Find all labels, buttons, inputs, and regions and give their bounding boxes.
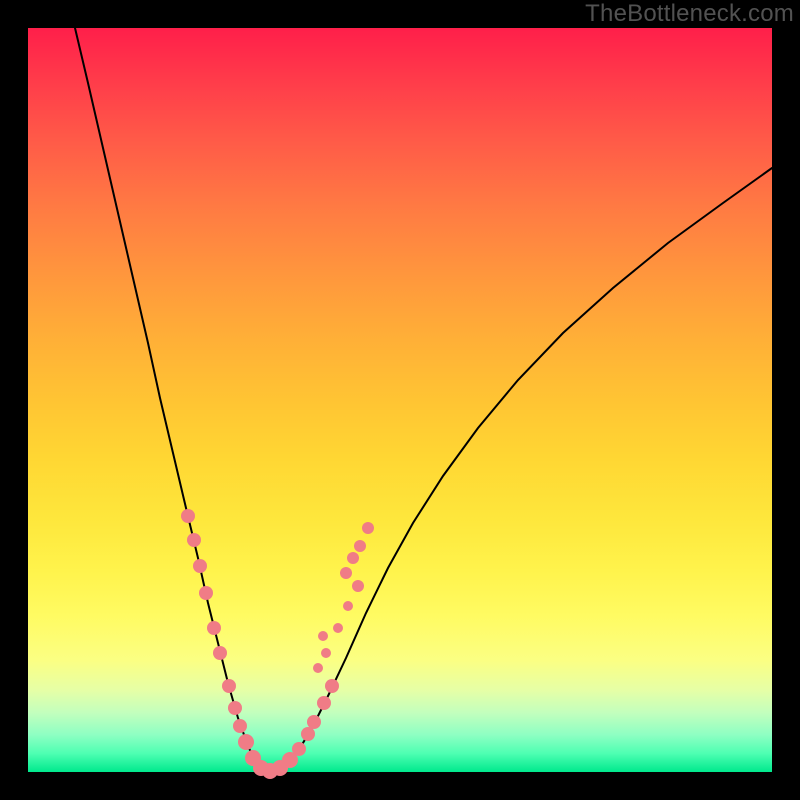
- chart-svg: [28, 28, 772, 772]
- bead-group: [181, 509, 374, 779]
- curve-left-branch: [75, 28, 268, 772]
- bead-marker: [292, 742, 306, 756]
- bead-marker: [313, 663, 323, 673]
- bead-marker: [321, 648, 331, 658]
- bead-marker: [238, 734, 254, 750]
- bead-marker: [347, 552, 359, 564]
- bead-marker: [325, 679, 339, 693]
- bead-marker: [301, 727, 315, 741]
- bead-marker: [343, 601, 353, 611]
- bead-marker: [181, 509, 195, 523]
- outer-frame: TheBottleneck.com: [0, 0, 800, 800]
- bead-marker: [222, 679, 236, 693]
- bead-marker: [354, 540, 366, 552]
- bead-marker: [317, 696, 331, 710]
- gradient-plot-area: [28, 28, 772, 772]
- bead-marker: [199, 586, 213, 600]
- bead-marker: [318, 631, 328, 641]
- bead-marker: [352, 580, 364, 592]
- bead-marker: [333, 623, 343, 633]
- watermark-text: TheBottleneck.com: [585, 0, 794, 28]
- bead-marker: [193, 559, 207, 573]
- bead-marker: [207, 621, 221, 635]
- bead-marker: [187, 533, 201, 547]
- bead-marker: [340, 567, 352, 579]
- bead-marker: [307, 715, 321, 729]
- bead-marker: [228, 701, 242, 715]
- curve-right-branch: [268, 168, 772, 772]
- bead-marker: [213, 646, 227, 660]
- bead-marker: [233, 719, 247, 733]
- bead-marker: [362, 522, 374, 534]
